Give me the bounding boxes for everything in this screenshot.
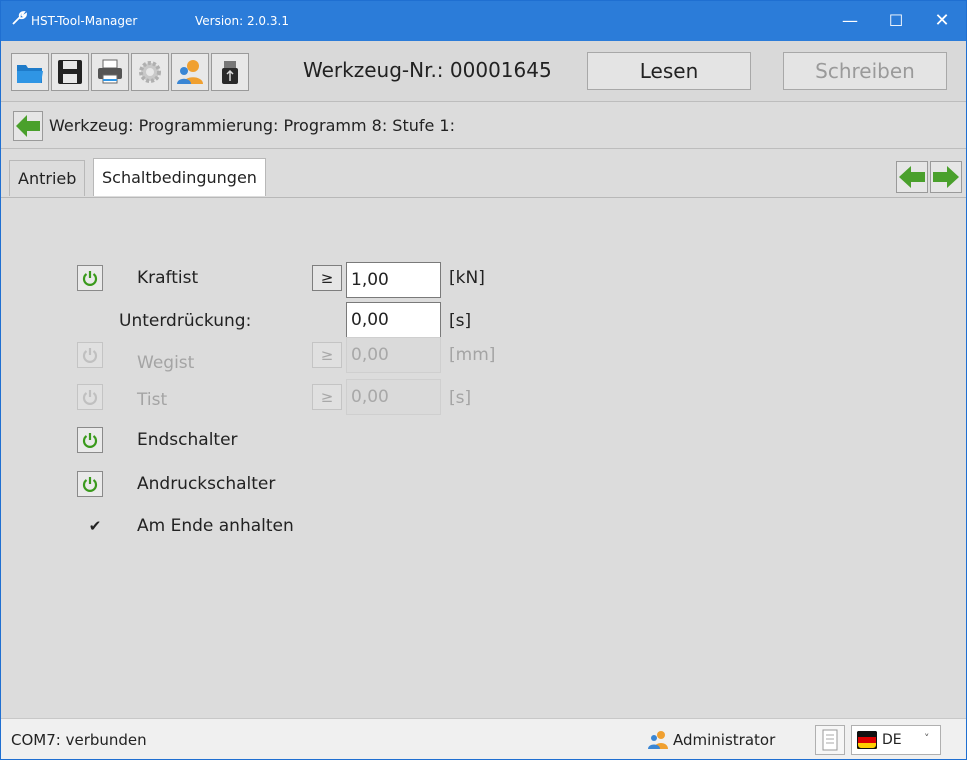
maximize-button[interactable]: ☐ [873,1,919,41]
kraftist-operator[interactable]: ≥ [312,265,342,291]
log-button[interactable] [815,725,845,755]
current-user: Administrator [673,731,776,749]
unterdrueckung-value-input[interactable]: 0,00 [346,302,441,338]
settings-icon [139,61,161,83]
language-select[interactable]: DE ˅ [851,725,941,755]
wegist-label: Wegist [137,353,195,373]
wegist-unit: [mm] [449,345,496,365]
language-code: DE [882,732,902,748]
arrow-left-icon [899,166,925,188]
tist-operator[interactable]: ≥ [312,384,342,410]
wegist-toggle[interactable] [77,342,103,368]
tab-schaltbedingungen[interactable]: Schaltbedingungen [93,158,266,196]
chevron-down-icon: ˅ [924,732,930,745]
tist-toggle[interactable] [77,384,103,410]
power-icon [82,433,98,448]
connection-status: COM7: verbunden [11,731,147,749]
app-title: HST-Tool-Manager [31,14,138,28]
am-ende-checkbox[interactable]: ✔ [87,518,103,534]
settings-button[interactable] [131,53,169,91]
tool-number: Werkzeug-Nr.: 00001645 [303,58,552,82]
print-button[interactable] [91,53,129,91]
kraftist-toggle[interactable] [77,265,103,291]
user-button[interactable] [171,53,209,91]
close-button[interactable]: ✕ [919,1,965,41]
breadcrumb-bar: Werkzeug: Programmierung: Programm 8: St… [1,102,966,148]
wrench-icon [11,10,27,30]
endschalter-toggle[interactable] [77,427,103,453]
kraftist-value-input[interactable]: 1,00 [346,262,441,298]
title-bar: HST-Tool-Manager Version: 2.0.3.1 — ☐ ✕ [1,1,966,41]
andruckschalter-label: Andruckschalter [137,474,276,494]
save-button[interactable] [51,53,89,91]
tist-value-input[interactable]: 0,00 [346,379,441,415]
back-button[interactable] [13,111,43,141]
app-window: HST-Tool-Manager Version: 2.0.3.1 — ☐ ✕ [0,0,967,760]
status-bar: COM7: verbunden Administrator DE ˅ [1,718,966,759]
power-icon [82,348,98,363]
andruckschalter-toggle[interactable] [77,471,103,497]
write-button[interactable]: Schreiben [783,52,947,90]
power-icon [82,477,98,492]
kraftist-label: Kraftist [137,268,199,288]
document-icon [822,729,838,751]
power-icon [82,271,98,286]
usb-icon [222,61,238,84]
save-icon [58,60,82,84]
wegist-value-input[interactable]: 0,00 [346,337,441,373]
read-button[interactable]: Lesen [587,52,751,90]
separator [1,148,966,149]
minimize-button[interactable]: — [827,1,873,41]
tist-unit: [s] [449,388,472,408]
tist-label: Tist [137,390,168,410]
arrow-right-icon [933,166,959,188]
usb-button[interactable] [211,53,249,91]
wegist-operator[interactable]: ≥ [312,342,342,368]
user-icon [177,60,203,84]
print-icon [98,59,122,84]
arrow-left-icon [16,115,40,137]
tab-antrieb[interactable]: Antrieb [9,160,86,196]
kraftist-unit: [kN] [449,268,485,288]
unterdrueckung-label: Unterdrückung: [119,311,252,331]
tab-divider [1,197,966,198]
breadcrumb: Werkzeug: Programmierung: Programm 8: St… [49,116,455,135]
user-icon [648,731,668,749]
unterdrueckung-unit: [s] [449,311,472,331]
next-step-button[interactable] [930,161,962,193]
folder-open-icon [17,65,43,83]
open-button[interactable] [11,53,49,91]
previous-step-button[interactable] [896,161,928,193]
app-version: Version: 2.0.3.1 [195,14,289,28]
endschalter-label: Endschalter [137,430,238,450]
power-icon [82,390,98,405]
flag-de-icon [857,731,877,749]
am-ende-label: Am Ende anhalten [137,516,294,536]
